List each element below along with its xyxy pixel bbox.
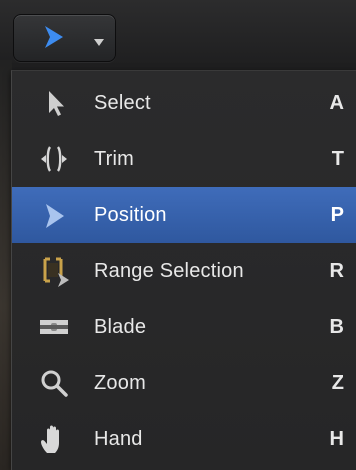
menu-item-shortcut: H <box>329 428 344 450</box>
trim-icon <box>41 146 67 172</box>
menu-item-position[interactable]: Position P <box>12 187 356 243</box>
menu-item-trim[interactable]: Trim T <box>12 131 356 187</box>
menu-item-hand[interactable]: Hand H <box>12 411 356 467</box>
menu-item-label: Position <box>94 204 167 226</box>
menu-item-shortcut: Z <box>331 372 344 394</box>
menu-item-shortcut: R <box>329 260 344 282</box>
menu-item-range-selection[interactable]: Range Selection R <box>12 243 356 299</box>
tools-dropdown-menu: Select A Trim T Position P Range Selecti… <box>11 70 356 470</box>
menu-item-label: Hand <box>94 428 143 450</box>
tool-selector-button[interactable] <box>13 14 116 62</box>
menu-item-label: Select <box>94 92 151 114</box>
position-arrow-icon <box>46 204 64 228</box>
menu-item-shortcut: T <box>331 148 344 170</box>
menu-item-shortcut: B <box>329 316 344 338</box>
menu-item-shortcut: A <box>329 92 344 114</box>
menu-item-blade[interactable]: Blade B <box>12 299 356 355</box>
menu-item-label: Zoom <box>94 372 146 394</box>
menu-item-zoom[interactable]: Zoom Z <box>12 355 356 411</box>
chevron-down-icon <box>94 39 104 46</box>
menu-item-label: Trim <box>94 148 135 170</box>
menu-item-label: Blade <box>94 316 147 338</box>
menu-item-select[interactable]: Select A <box>12 75 356 131</box>
hand-icon <box>41 425 59 453</box>
menu-item-shortcut: P <box>330 204 344 226</box>
menu-item-label: Range Selection <box>94 260 244 282</box>
zoom-icon <box>41 370 68 397</box>
arrow-cursor-icon <box>45 26 63 48</box>
range-selection-icon <box>43 257 69 287</box>
arrow-select-icon <box>49 91 64 116</box>
blade-icon <box>40 320 68 334</box>
